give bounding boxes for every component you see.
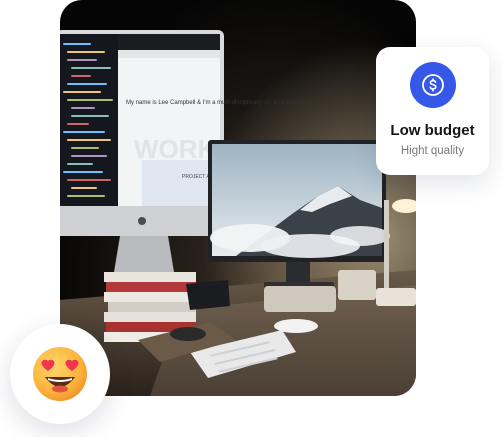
emoji-bubble — [10, 324, 110, 424]
budget-subtitle: Hight quality — [400, 145, 465, 157]
screen-headline: My name is Lee Campbell & I'm a multi-di… — [126, 100, 312, 106]
screen-big-word: WORK — [134, 134, 217, 164]
budget-title: Low budget — [390, 122, 475, 139]
heart-eyes-emoji-icon — [33, 347, 87, 401]
budget-card: Low budget Hight quality — [376, 47, 489, 175]
desk-setup-photo: My name is Lee Campbell & I'm a multi-di… — [60, 0, 416, 396]
dollar-coin-icon — [409, 62, 456, 108]
screen-project-label: PROJECT A — [182, 174, 210, 180]
